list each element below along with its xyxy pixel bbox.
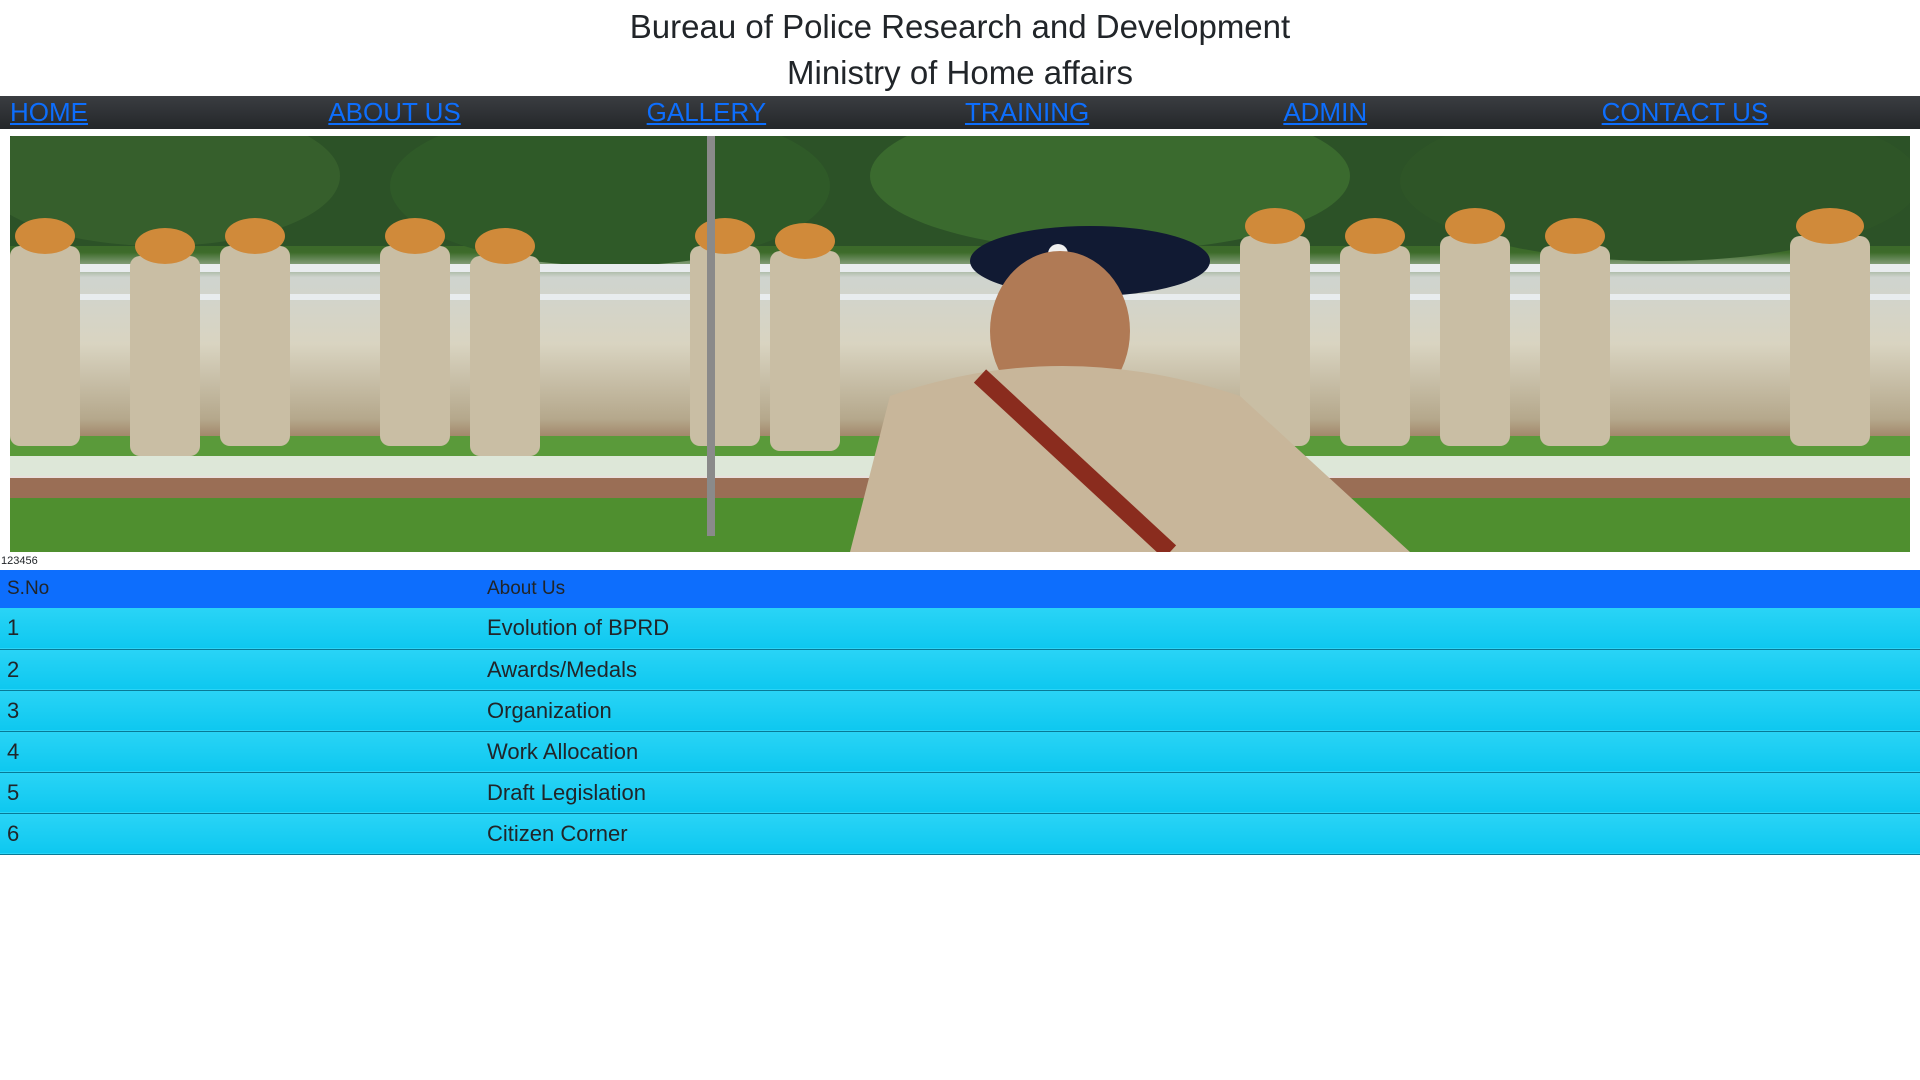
table-row[interactable]: 2 Awards/Medals — [0, 649, 1920, 690]
row-label[interactable]: Organization — [480, 690, 1920, 731]
about-us-table: S.No About Us 1 Evolution of BPRD 2 Awar… — [0, 570, 1920, 855]
row-sno: 6 — [7, 820, 20, 846]
table-row[interactable]: 6 Citizen Corner — [0, 813, 1920, 854]
row-sno: 1 — [7, 615, 20, 641]
table-row[interactable]: 4 Work Allocation — [0, 731, 1920, 772]
nav-link-training[interactable]: TRAINING — [965, 96, 1283, 129]
table-header-row: S.No About Us — [0, 570, 1920, 608]
row-label[interactable]: Work Allocation — [480, 731, 1920, 772]
nav-link-admin[interactable]: ADMIN — [1283, 96, 1601, 129]
nav-link-home[interactable]: HOME — [10, 96, 328, 129]
nav-link-gallery[interactable]: GALLERY — [647, 96, 965, 129]
row-sno: 3 — [7, 697, 20, 723]
row-label[interactable]: Awards/Medals — [480, 649, 1920, 690]
table-row[interactable]: 1 Evolution of BPRD — [0, 608, 1920, 649]
row-sno: 5 — [7, 779, 20, 805]
row-label[interactable]: Evolution of BPRD — [480, 608, 1920, 649]
banner-caption: 123456 — [1, 555, 38, 567]
banner-image — [10, 136, 1910, 552]
row-sno: 2 — [7, 656, 20, 682]
row-label[interactable]: Citizen Corner — [480, 813, 1920, 854]
main-navbar: HOME ABOUT US GALLERY TRAINING ADMIN CON… — [0, 96, 1920, 129]
nav-link-contact-us[interactable]: CONTACT US — [1602, 96, 1920, 129]
site-header: Bureau of Police Research and Developmen… — [0, 0, 1920, 96]
table-row[interactable]: 5 Draft Legislation — [0, 772, 1920, 813]
site-subtitle: Ministry of Home affairs — [787, 54, 1133, 91]
column-header-sno: S.No — [7, 578, 50, 599]
row-sno: 4 — [7, 738, 20, 764]
table-row[interactable]: 3 Organization — [0, 690, 1920, 731]
nav-link-about-us[interactable]: ABOUT US — [328, 96, 646, 129]
site-title: Bureau of Police Research and Developmen… — [629, 8, 1291, 45]
column-header-about-us: About Us — [487, 578, 566, 599]
row-label[interactable]: Draft Legislation — [480, 772, 1920, 813]
parade-illustration — [10, 136, 1910, 552]
